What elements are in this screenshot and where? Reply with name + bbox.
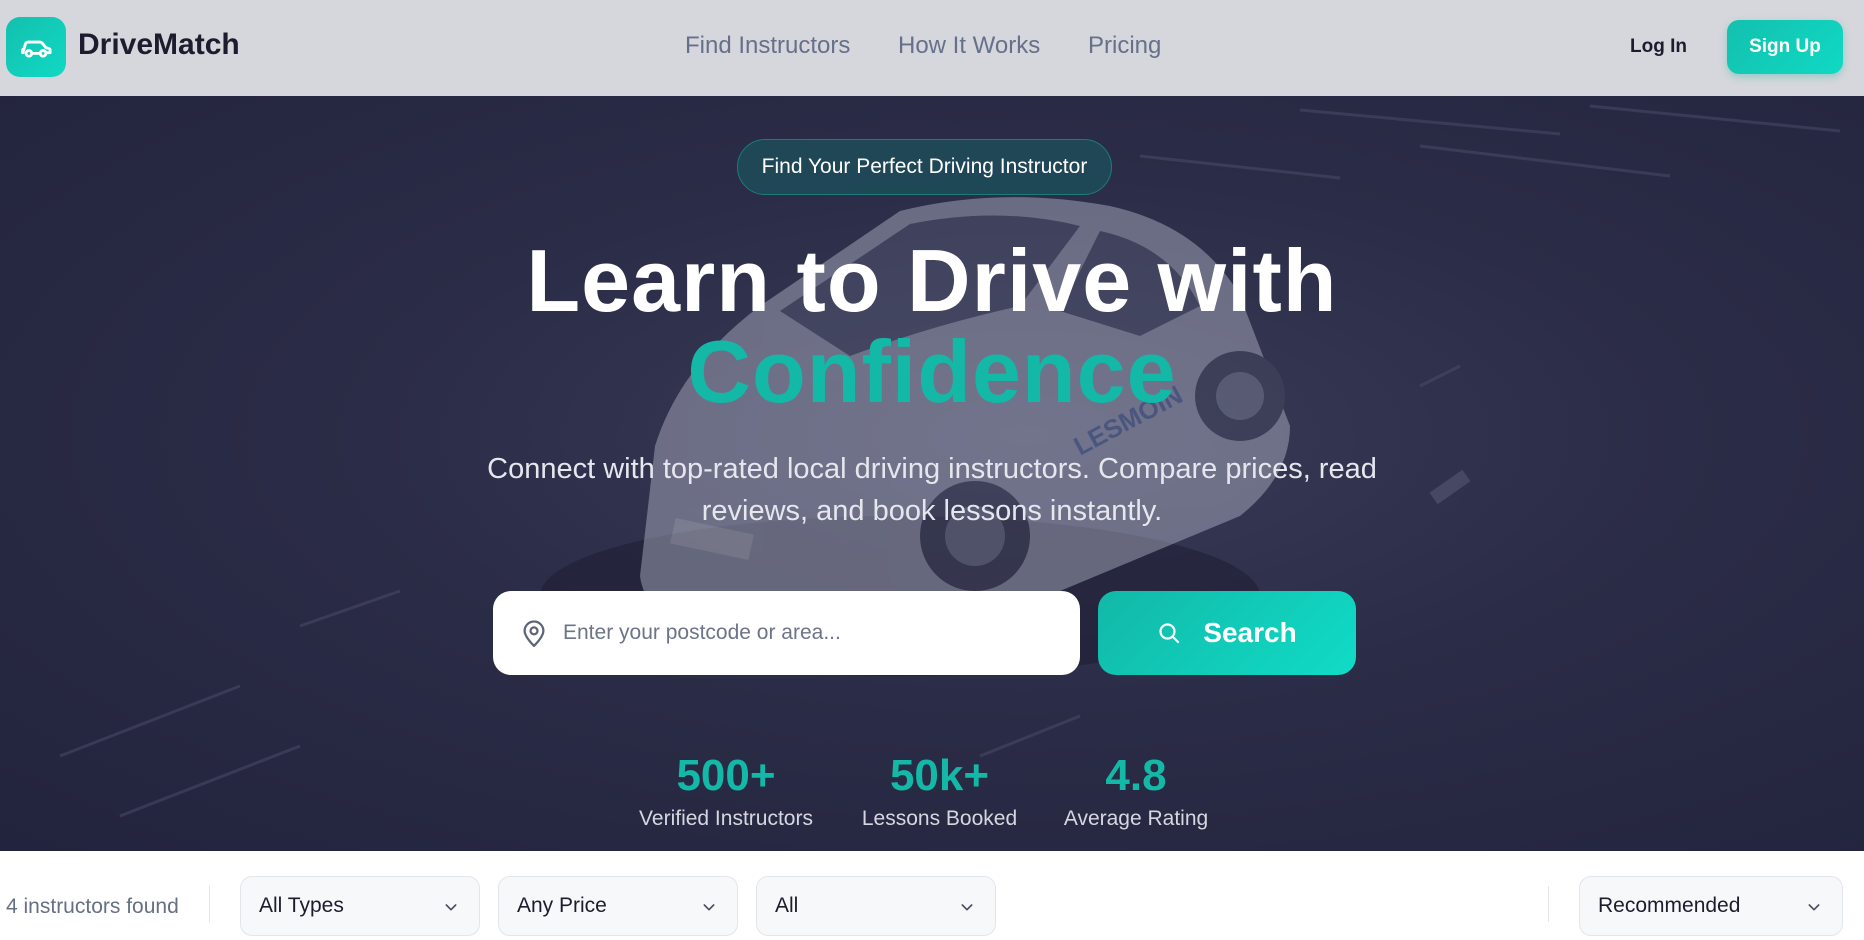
hero-section: LESMOIN Find Your Perfect Driving Instru… bbox=[0, 96, 1864, 851]
results-count: 4 instructors found bbox=[6, 895, 179, 918]
select-value: All bbox=[775, 894, 799, 917]
hero-badge: Find Your Perfect Driving Instructor bbox=[737, 139, 1112, 195]
filter-bar: 4 instructors found All Types Any Price … bbox=[0, 851, 1864, 940]
price-filter-select[interactable]: Any Price bbox=[498, 876, 738, 936]
stat-value: 50k+ bbox=[889, 751, 990, 800]
car-icon bbox=[21, 40, 52, 58]
chevron-down-icon bbox=[703, 904, 715, 911]
signup-button[interactable]: Sign Up bbox=[1727, 20, 1843, 74]
logo-badge[interactable] bbox=[6, 17, 66, 77]
chevron-down-icon bbox=[445, 904, 457, 911]
hero-title-accent: Confidence bbox=[687, 322, 1177, 421]
postcode-search-input[interactable] bbox=[563, 591, 1063, 675]
search-button-label: Search bbox=[1203, 617, 1297, 648]
hero-subtitle: Connect with top-rated local driving ins… bbox=[487, 453, 1377, 527]
stat-label: Lessons Booked bbox=[861, 807, 1018, 830]
nav-find-instructors[interactable]: Find Instructors bbox=[685, 32, 850, 60]
chevron-down-icon bbox=[1808, 904, 1820, 911]
stat-label: Verified Instructors bbox=[639, 807, 813, 830]
stat-verified-instructors: 500+ Verified Instructors bbox=[636, 751, 816, 831]
stat-label: Average Rating bbox=[1063, 807, 1209, 830]
type-filter-select[interactable]: All Types bbox=[240, 876, 480, 936]
stat-lessons-booked: 50k+ Lessons Booked bbox=[852, 751, 1027, 831]
hero-title: Learn to Drive with bbox=[526, 231, 1338, 330]
divider bbox=[209, 886, 210, 922]
sort-select[interactable]: Recommended bbox=[1579, 876, 1843, 936]
login-button[interactable]: Log In bbox=[1630, 36, 1687, 58]
map-pin-icon bbox=[523, 620, 545, 647]
select-value: Any Price bbox=[517, 894, 607, 917]
divider bbox=[1548, 886, 1549, 922]
nav-pricing[interactable]: Pricing bbox=[1088, 32, 1161, 60]
brand-name[interactable]: DriveMatch bbox=[78, 28, 240, 62]
stat-value: 4.8 bbox=[1105, 751, 1167, 800]
search-icon bbox=[1159, 623, 1180, 644]
top-navbar: DriveMatch Find Instructors How It Works… bbox=[0, 0, 1864, 96]
select-value: Recommended bbox=[1598, 894, 1741, 917]
select-value: All Types bbox=[259, 894, 344, 917]
availability-filter-select[interactable]: All bbox=[756, 876, 996, 936]
search-button[interactable]: Search bbox=[1098, 591, 1356, 675]
chevron-down-icon bbox=[961, 904, 973, 911]
stat-average-rating: 4.8 Average Rating bbox=[1056, 751, 1216, 831]
nav-how-it-works[interactable]: How It Works bbox=[898, 32, 1040, 60]
location-search-box bbox=[493, 591, 1080, 675]
stat-value: 500+ bbox=[676, 751, 776, 800]
